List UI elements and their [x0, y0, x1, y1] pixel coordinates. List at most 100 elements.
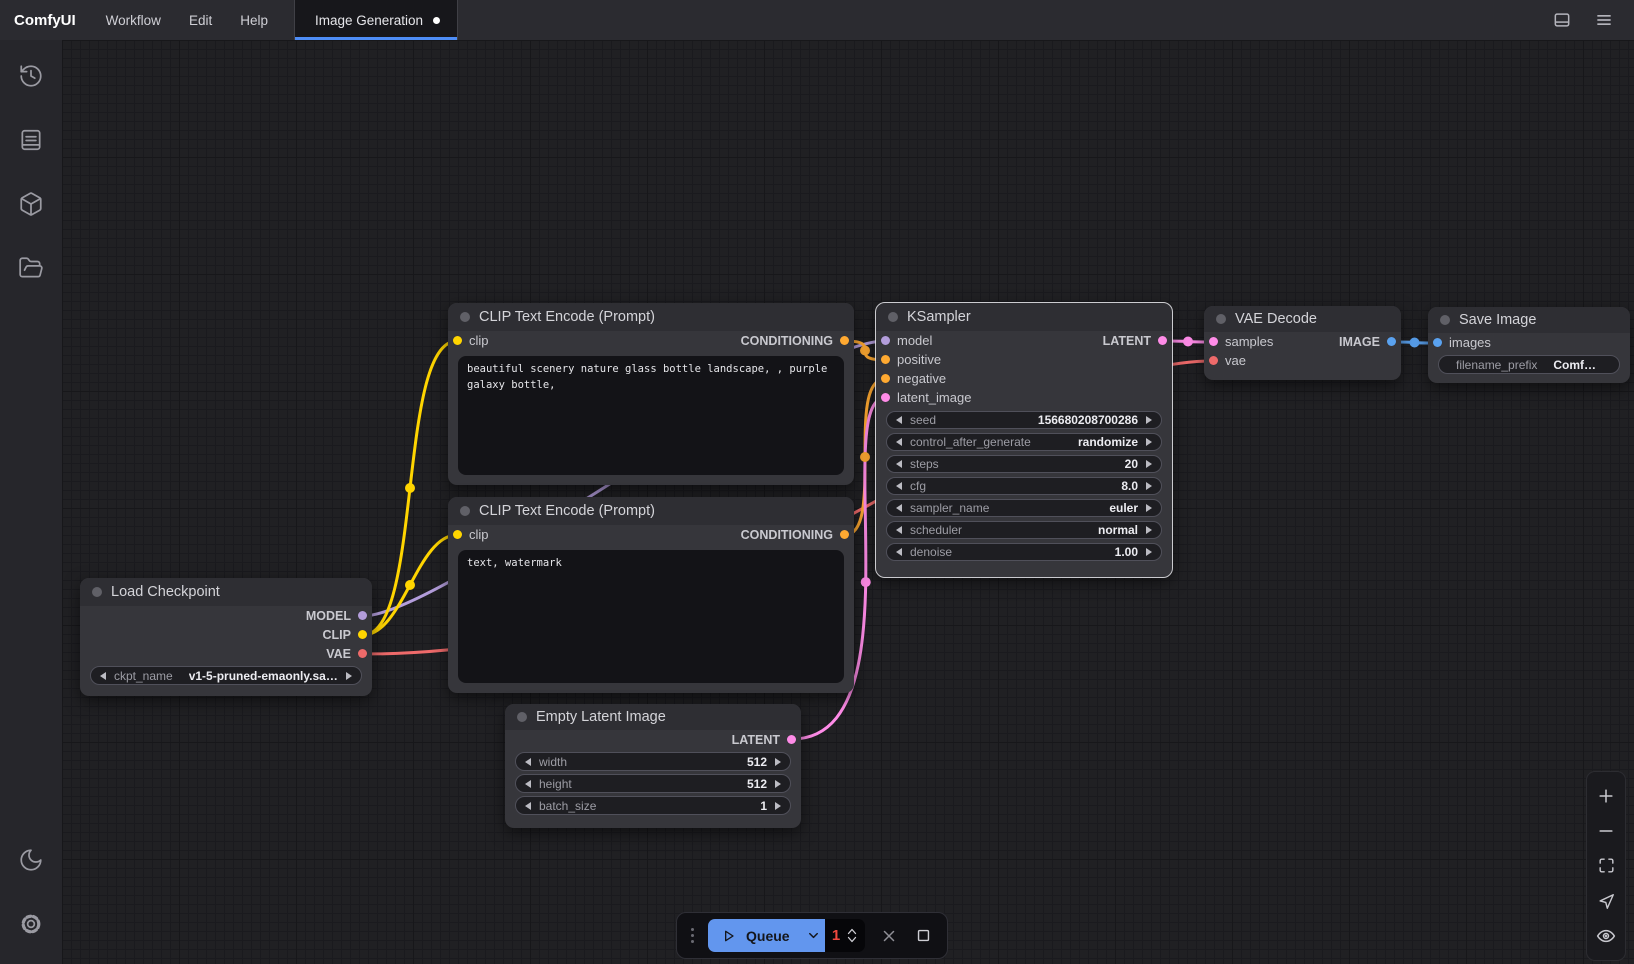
- node-load-checkpoint[interactable]: Load Checkpoint MODEL CLIP VAE ckpt_name…: [80, 578, 372, 696]
- node-header[interactable]: KSampler: [876, 303, 1172, 331]
- output-slot-image[interactable]: [1387, 337, 1396, 346]
- widget-batch-size[interactable]: batch_size 1: [515, 796, 791, 815]
- tab-image-generation[interactable]: Image Generation: [295, 0, 457, 40]
- zoom-out-button[interactable]: [1591, 816, 1621, 846]
- link-midpoint-dot[interactable]: [860, 346, 870, 356]
- decrement-arrow-icon[interactable]: [525, 758, 531, 766]
- decrement-arrow-icon[interactable]: [896, 548, 902, 556]
- next-value-arrow-icon[interactable]: [1146, 438, 1152, 446]
- prev-value-arrow-icon[interactable]: [896, 438, 902, 446]
- increment-arrow-icon[interactable]: [1146, 482, 1152, 490]
- next-value-arrow-icon[interactable]: [1146, 526, 1152, 534]
- sidebar-workflow-history-button[interactable]: [9, 54, 53, 98]
- sidebar-model-library-button[interactable]: [9, 182, 53, 226]
- stepper-down-icon[interactable]: [846, 936, 858, 944]
- next-value-arrow-icon[interactable]: [346, 672, 352, 680]
- input-slot-model[interactable]: [881, 336, 890, 345]
- prompt-textarea[interactable]: text, watermark: [458, 550, 844, 683]
- decrement-arrow-icon[interactable]: [525, 780, 531, 788]
- toggle-link-visibility-button[interactable]: [1591, 921, 1621, 951]
- stop-button[interactable]: [912, 923, 935, 949]
- increment-arrow-icon[interactable]: [775, 758, 781, 766]
- clear-queue-button[interactable]: [877, 923, 900, 949]
- widget-cfg[interactable]: cfg 8.0: [886, 477, 1162, 495]
- collapse-dot[interactable]: [460, 312, 470, 322]
- input-slot-negative[interactable]: [881, 374, 890, 383]
- output-slot-latent[interactable]: [1158, 336, 1167, 345]
- prev-value-arrow-icon[interactable]: [896, 526, 902, 534]
- increment-arrow-icon[interactable]: [775, 802, 781, 810]
- menu-help[interactable]: Help: [226, 0, 282, 40]
- link-midpoint-dot[interactable]: [860, 452, 870, 462]
- app-logo[interactable]: ComfyUI: [0, 0, 92, 40]
- widget-control-after-generate[interactable]: control_after_generate randomize: [886, 433, 1162, 451]
- increment-arrow-icon[interactable]: [1146, 460, 1152, 468]
- increment-arrow-icon[interactable]: [775, 780, 781, 788]
- link-midpoint-dot[interactable]: [861, 577, 871, 587]
- input-slot-clip[interactable]: [453, 530, 462, 539]
- collapse-dot[interactable]: [460, 506, 470, 516]
- drag-handle[interactable]: [689, 924, 696, 947]
- batch-count-input[interactable]: 1: [825, 919, 865, 952]
- main-menu-button[interactable]: [1588, 4, 1620, 36]
- theme-toggle-button[interactable]: [9, 838, 53, 882]
- widget-filename-prefix[interactable]: filename_prefix ComfyUI: [1438, 355, 1620, 374]
- node-clip-text-encode-positive[interactable]: CLIP Text Encode (Prompt) clip CONDITION…: [448, 303, 854, 485]
- settings-button[interactable]: [9, 902, 53, 946]
- node-clip-text-encode-negative[interactable]: CLIP Text Encode (Prompt) clip CONDITION…: [448, 497, 854, 693]
- node-vae-decode[interactable]: VAE Decode samples IMAGE vae: [1204, 306, 1401, 380]
- input-slot-vae[interactable]: [1209, 356, 1218, 365]
- queue-button[interactable]: Queue: [708, 919, 803, 952]
- increment-arrow-icon[interactable]: [1146, 416, 1152, 424]
- node-ksampler[interactable]: KSampler model LATENT positive negative …: [876, 303, 1172, 577]
- output-slot-conditioning[interactable]: [840, 530, 849, 539]
- widget-denoise[interactable]: denoise 1.00: [886, 543, 1162, 561]
- link-midpoint-dot[interactable]: [1410, 338, 1420, 348]
- input-slot-positive[interactable]: [881, 355, 890, 364]
- node-empty-latent-image[interactable]: Empty Latent Image LATENT width 512 heig…: [505, 704, 801, 828]
- widget-seed[interactable]: seed 156680208700286: [886, 411, 1162, 429]
- collapse-dot[interactable]: [888, 312, 898, 322]
- node-save-image[interactable]: Save Image images filename_prefix ComfyU…: [1428, 307, 1630, 383]
- node-header[interactable]: Save Image: [1428, 307, 1630, 333]
- collapse-dot[interactable]: [92, 587, 102, 597]
- decrement-arrow-icon[interactable]: [896, 416, 902, 424]
- node-header[interactable]: Empty Latent Image: [505, 704, 801, 730]
- link-midpoint-dot[interactable]: [405, 580, 415, 590]
- collapse-dot[interactable]: [1440, 315, 1450, 325]
- node-header[interactable]: CLIP Text Encode (Prompt): [448, 497, 854, 525]
- output-slot-clip[interactable]: [358, 630, 367, 639]
- input-slot-images[interactable]: [1433, 338, 1442, 347]
- increment-arrow-icon[interactable]: [1146, 548, 1152, 556]
- widget-ckpt-name[interactable]: ckpt_name v1-5-pruned-emaonly.safete...: [90, 666, 362, 685]
- output-slot-conditioning[interactable]: [840, 336, 849, 345]
- input-slot-clip[interactable]: [453, 336, 462, 345]
- widget-sampler-name[interactable]: sampler_name euler: [886, 499, 1162, 517]
- input-slot-latent-image[interactable]: [881, 393, 890, 402]
- toggle-bottom-panel-button[interactable]: [1546, 4, 1578, 36]
- node-header[interactable]: Load Checkpoint: [80, 578, 372, 606]
- menu-edit[interactable]: Edit: [175, 0, 226, 40]
- decrement-arrow-icon[interactable]: [896, 460, 902, 468]
- output-slot-model[interactable]: [358, 611, 367, 620]
- prev-value-arrow-icon[interactable]: [896, 504, 902, 512]
- link-midpoint-dot[interactable]: [405, 483, 415, 493]
- widget-steps[interactable]: steps 20: [886, 455, 1162, 473]
- collapse-dot[interactable]: [517, 712, 527, 722]
- output-slot-latent[interactable]: [787, 735, 796, 744]
- decrement-arrow-icon[interactable]: [525, 802, 531, 810]
- queue-options-dropdown[interactable]: [803, 919, 825, 952]
- prev-value-arrow-icon[interactable]: [100, 672, 106, 680]
- sidebar-queue-button[interactable]: [9, 118, 53, 162]
- input-slot-samples[interactable]: [1209, 337, 1218, 346]
- node-header[interactable]: VAE Decode: [1204, 306, 1401, 332]
- link-midpoint-dot[interactable]: [1183, 337, 1193, 347]
- collapse-dot[interactable]: [1216, 314, 1226, 324]
- stepper-up-icon[interactable]: [846, 927, 858, 935]
- next-value-arrow-icon[interactable]: [1146, 504, 1152, 512]
- widget-width[interactable]: width 512: [515, 752, 791, 771]
- widget-height[interactable]: height 512: [515, 774, 791, 793]
- sidebar-workflows-button[interactable]: [9, 246, 53, 290]
- zoom-in-button[interactable]: [1591, 781, 1621, 811]
- select-mode-button[interactable]: [1591, 886, 1621, 916]
